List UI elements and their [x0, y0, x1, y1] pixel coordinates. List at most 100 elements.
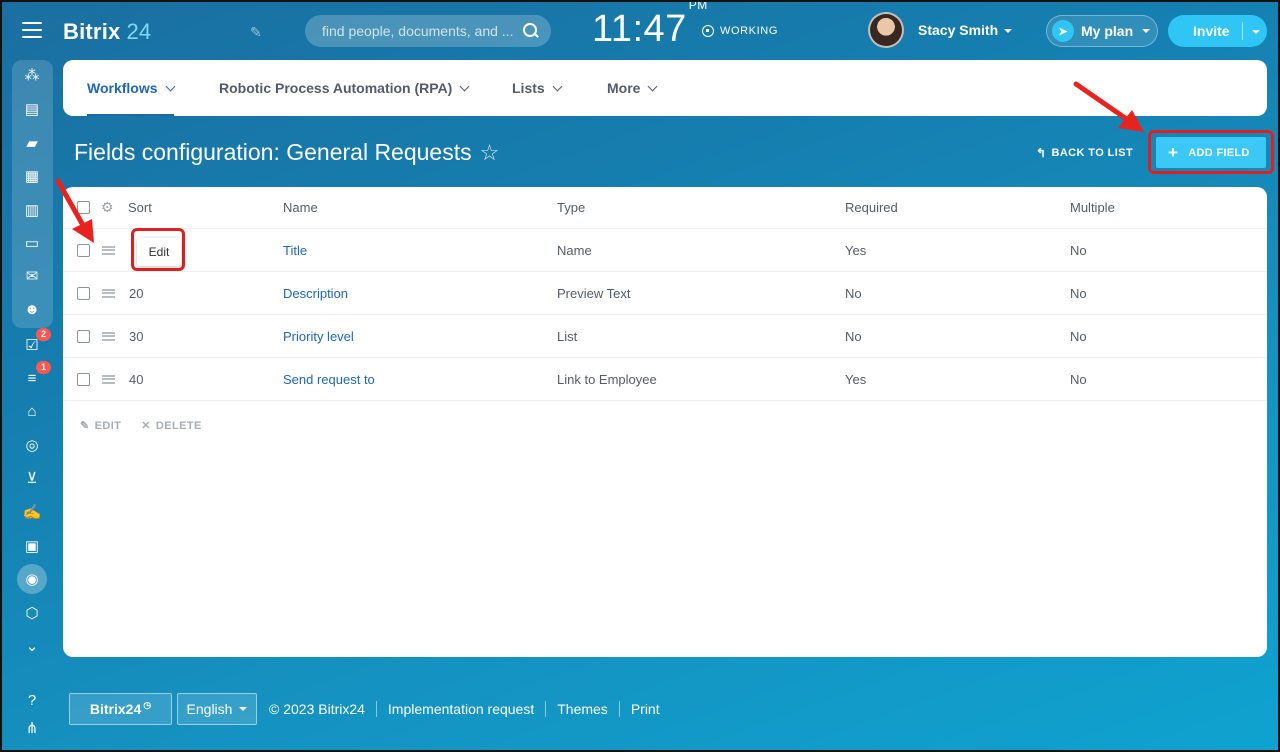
row-checkbox[interactable] [77, 372, 90, 386]
table-row[interactable]: Title Name Yes No [63, 229, 1267, 272]
clock[interactable]: 11:47PM [592, 0, 708, 51]
row-name-link[interactable]: Send request to [283, 358, 375, 400]
search-input[interactable] [322, 23, 523, 39]
mail-icon[interactable]: ✉ [22, 266, 42, 286]
plus-icon: + [1168, 142, 1179, 162]
select-all-checkbox[interactable] [77, 201, 90, 214]
chevron-down-icon [552, 81, 563, 91]
pencil-icon: ✎ [80, 420, 90, 432]
top-nav: Workflows Robotic Process Automation (RP… [63, 60, 1267, 116]
footer-brand-button[interactable]: Bitrix24 ◷ [69, 693, 172, 725]
tasks-badge: 2 [36, 328, 51, 341]
row-checkbox[interactable] [77, 329, 90, 343]
row-multiple: No [1070, 328, 1087, 344]
company-icon[interactable]: ⌂ [22, 401, 42, 421]
search-box[interactable] [305, 15, 551, 47]
structure-icon[interactable]: ⋔ [22, 718, 42, 738]
filter-icon[interactable]: ≡ 1 [22, 361, 51, 388]
row-name-link[interactable]: Title [283, 229, 307, 271]
row-type: List [557, 328, 578, 344]
footer-link-implementation[interactable]: Implementation request [388, 701, 534, 717]
column-sort[interactable]: Sort [128, 187, 152, 228]
row-name-link[interactable]: Description [283, 272, 348, 314]
feed-badge: 1 [36, 361, 51, 374]
bulk-actions: ✎ EDIT ✕ DELETE [80, 419, 202, 433]
row-sort: 30 [129, 328, 144, 344]
top-header: Bitrix24 ✎ 11:47PM WORKING Stacy Smith ➤… [0, 0, 1280, 62]
signature-icon[interactable]: ✍ [22, 502, 42, 522]
column-required[interactable]: Required [845, 187, 898, 228]
drag-handle-icon[interactable] [102, 374, 115, 384]
calendar-icon[interactable]: ▦ [22, 166, 42, 186]
caret-down-icon [239, 707, 248, 711]
cart-icon[interactable]: ⊻ [22, 468, 42, 488]
language-select[interactable]: English [177, 693, 257, 725]
chat-icon[interactable]: ▰ [22, 133, 42, 153]
row-required: No [845, 328, 862, 344]
row-checkbox[interactable] [77, 243, 90, 257]
back-arrow-icon: ↰ [1036, 146, 1047, 160]
add-field-button[interactable]: + ADD FIELD [1156, 137, 1266, 168]
row-checkbox[interactable] [77, 286, 90, 300]
contact-card-icon[interactable]: ▣ [22, 536, 42, 556]
fields-table: ⚙ Sort Name Type Required Multiple Title… [63, 187, 1267, 657]
search-icon[interactable] [523, 23, 539, 39]
user-menu[interactable]: Stacy Smith [868, 12, 1013, 48]
target-icon[interactable]: ◎ [22, 435, 42, 455]
group-icon[interactable]: ☻ [22, 299, 42, 319]
clock-icon: ◷ [143, 699, 152, 710]
drag-handle-icon[interactable] [102, 288, 115, 298]
row-name-link[interactable]: Priority level [283, 315, 354, 357]
tab-more[interactable]: More [607, 60, 658, 116]
avatar[interactable] [868, 12, 904, 48]
chevron-down-icon [648, 81, 658, 91]
row-required: No [845, 285, 862, 301]
drag-handle-icon[interactable] [102, 245, 115, 255]
column-multiple[interactable]: Multiple [1070, 187, 1115, 228]
menu-icon[interactable] [22, 22, 42, 38]
robot-icon[interactable]: ◉ [22, 569, 42, 589]
star-icon[interactable]: ☆ [480, 140, 500, 166]
tab-lists[interactable]: Lists [512, 60, 563, 116]
column-name[interactable]: Name [283, 187, 318, 228]
row-required: Yes [845, 371, 867, 387]
tab-rpa[interactable]: Robotic Process Automation (RPA) [219, 60, 470, 116]
table-row[interactable]: 40 Send request to Link to Employee Yes … [63, 358, 1267, 401]
more-down-icon[interactable]: ⌄ [22, 636, 42, 656]
work-status[interactable]: WORKING [702, 25, 778, 37]
table-header: ⚙ Sort Name Type Required Multiple [63, 187, 1267, 229]
help-icon[interactable]: ? [22, 690, 42, 710]
gear-icon[interactable]: ⚙ [101, 199, 114, 216]
row-multiple: No [1070, 242, 1087, 258]
bulk-delete-button[interactable]: ✕ DELETE [141, 419, 201, 433]
rocket-icon: ➤ [1052, 20, 1074, 42]
tasks-icon[interactable]: ☑ 2 [22, 328, 51, 355]
table-row[interactable]: 20 Description Preview Text No No [63, 272, 1267, 315]
page-title: Fields configuration: General Requests ☆ [74, 139, 500, 166]
news-icon[interactable]: ▤ [22, 99, 42, 119]
pencil-icon[interactable]: ✎ [250, 24, 266, 40]
row-sort: 40 [129, 371, 144, 387]
caret-down-icon [1252, 30, 1260, 35]
drive-icon[interactable]: ▭ [22, 233, 42, 253]
tab-workflows[interactable]: Workflows [87, 60, 175, 116]
feed-icon[interactable]: ⁂ [22, 65, 42, 85]
drag-handle-icon[interactable] [102, 331, 115, 341]
invite-button[interactable]: Invite [1168, 15, 1267, 47]
footer-link-print[interactable]: Print [631, 701, 660, 717]
logo[interactable]: Bitrix 24 [63, 19, 151, 45]
close-icon: ✕ [141, 420, 151, 432]
edit-popup-button[interactable]: Edit [137, 238, 181, 266]
column-type[interactable]: Type [557, 187, 585, 228]
box-icon[interactable]: ⬡ [22, 603, 42, 623]
caret-down-icon [1142, 29, 1151, 33]
bulk-edit-button[interactable]: ✎ EDIT [80, 419, 121, 433]
my-plan-button[interactable]: ➤ My plan [1046, 15, 1158, 47]
document-icon[interactable]: ▥ [22, 200, 42, 220]
back-to-list-link[interactable]: ↰ BACK TO LIST [1036, 146, 1133, 160]
row-required: Yes [845, 242, 867, 258]
table-row[interactable]: 30 Priority level List No No [63, 315, 1267, 358]
footer-link-themes[interactable]: Themes [557, 701, 608, 717]
row-type: Link to Employee [557, 371, 657, 387]
row-multiple: No [1070, 285, 1087, 301]
